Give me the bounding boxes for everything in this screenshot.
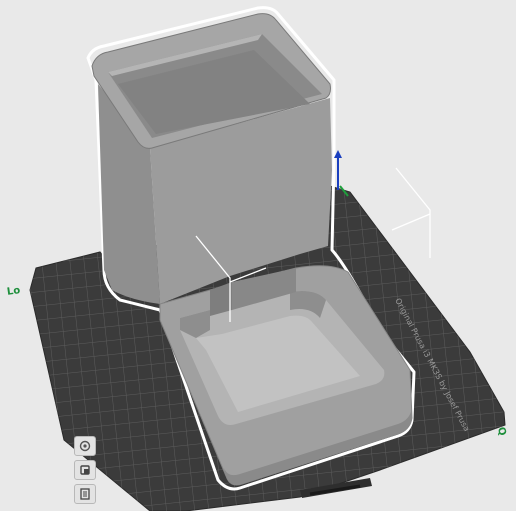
layers-button[interactable] [74, 484, 96, 504]
layers-icon [80, 488, 90, 500]
paint-bucket-icon [80, 465, 90, 475]
paint-button[interactable] [74, 460, 96, 480]
3d-viewport[interactable]: Original Prusa i3 MK3S by Josef Prusa [0, 0, 516, 511]
bed-origin-label: Lo [6, 285, 21, 298]
settings-button[interactable] [74, 436, 96, 456]
settings-gear-icon [79, 440, 91, 452]
